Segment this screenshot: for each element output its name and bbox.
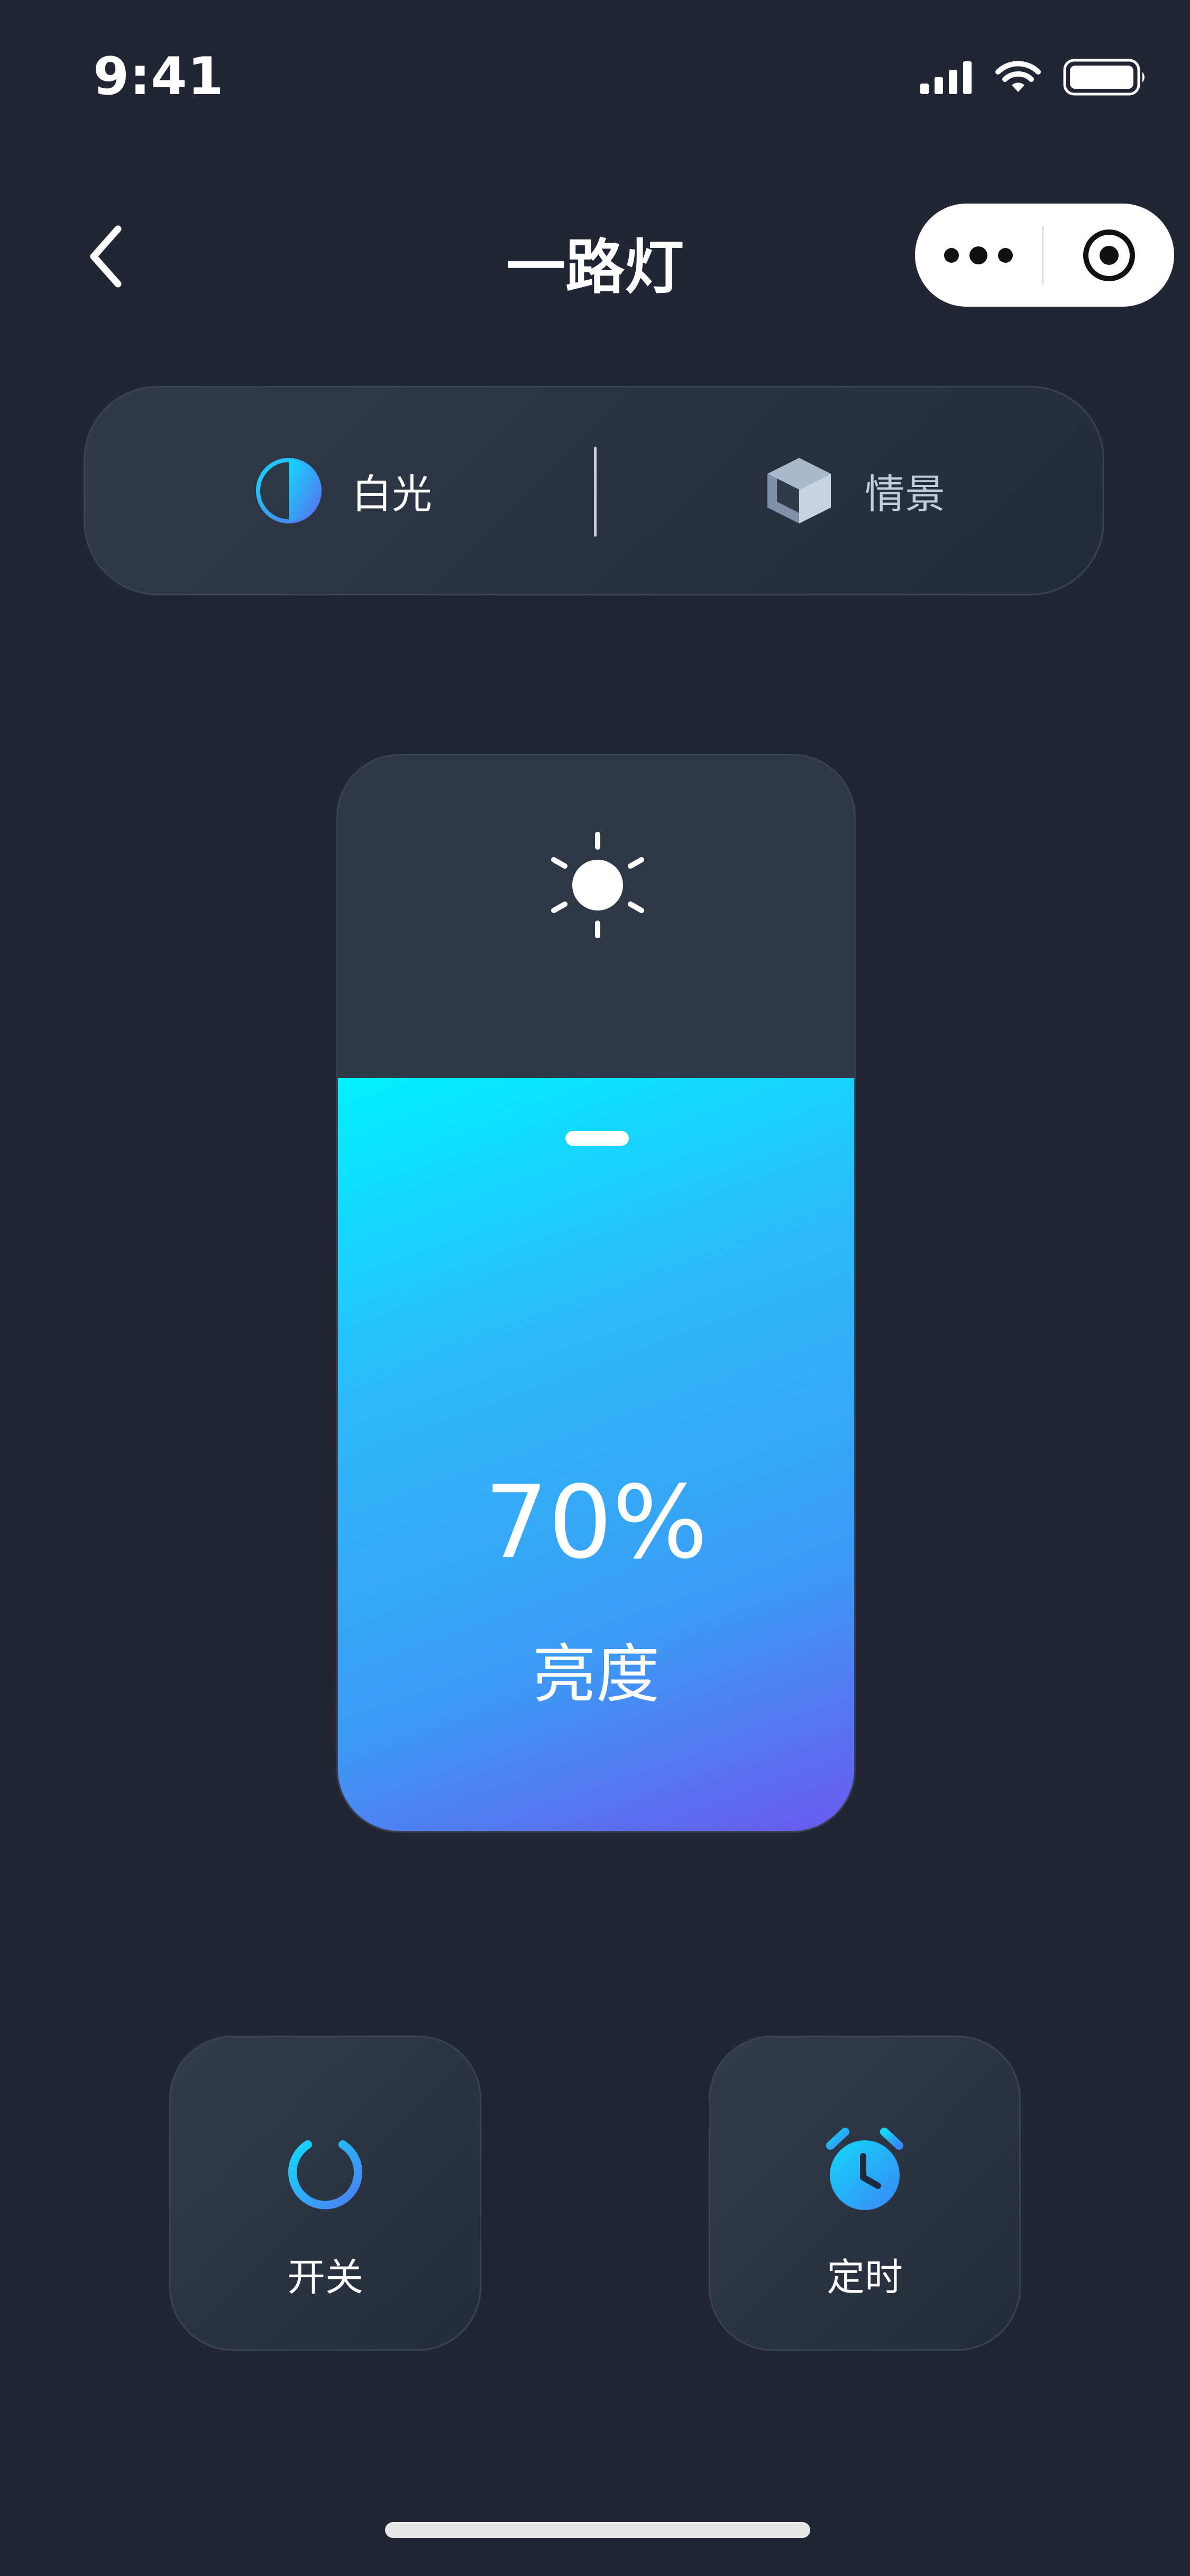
brightness-slider[interactable]: 70% 亮度: [336, 754, 856, 1833]
tab-scene[interactable]: 情景: [762, 388, 945, 594]
timer-label: 定时: [826, 2255, 903, 2299]
brightness-fill: [338, 1078, 854, 1831]
battery-icon: [1063, 59, 1145, 96]
target-icon: [1083, 229, 1135, 281]
wifi-icon: [995, 61, 1041, 92]
brightness-label: 亮度: [533, 1638, 660, 1712]
power-button[interactable]: 开关: [169, 2036, 481, 2351]
close-button[interactable]: [1043, 204, 1174, 307]
more-dot: [969, 246, 987, 264]
signal-icon: [920, 61, 972, 94]
more-button[interactable]: [915, 204, 1042, 307]
tab-white-light[interactable]: 白光: [254, 388, 432, 594]
home-indicator: [385, 2522, 810, 2538]
sun-icon: [551, 832, 644, 938]
power-label: 开关: [287, 2255, 363, 2299]
mini-program-capsule: [915, 204, 1174, 307]
tab-label: 白光: [352, 471, 432, 518]
brightness-value: 70%: [484, 1464, 708, 1581]
status-time: 9:41: [93, 47, 224, 107]
status-icons: [920, 58, 1148, 96]
slider-handle[interactable]: [565, 1131, 629, 1146]
more-dot: [998, 247, 1013, 263]
cube-icon: [767, 458, 831, 523]
alarm-clock-icon: [826, 2128, 903, 2210]
half-circle-icon: [256, 458, 322, 523]
power-icon: [288, 2126, 362, 2210]
tab-divider: [594, 447, 597, 537]
timer-button[interactable]: 定时: [709, 2036, 1021, 2351]
tab-label: 情景: [865, 471, 945, 518]
more-dot: [944, 247, 959, 263]
mode-tabs: 白光 情景: [84, 386, 1104, 595]
